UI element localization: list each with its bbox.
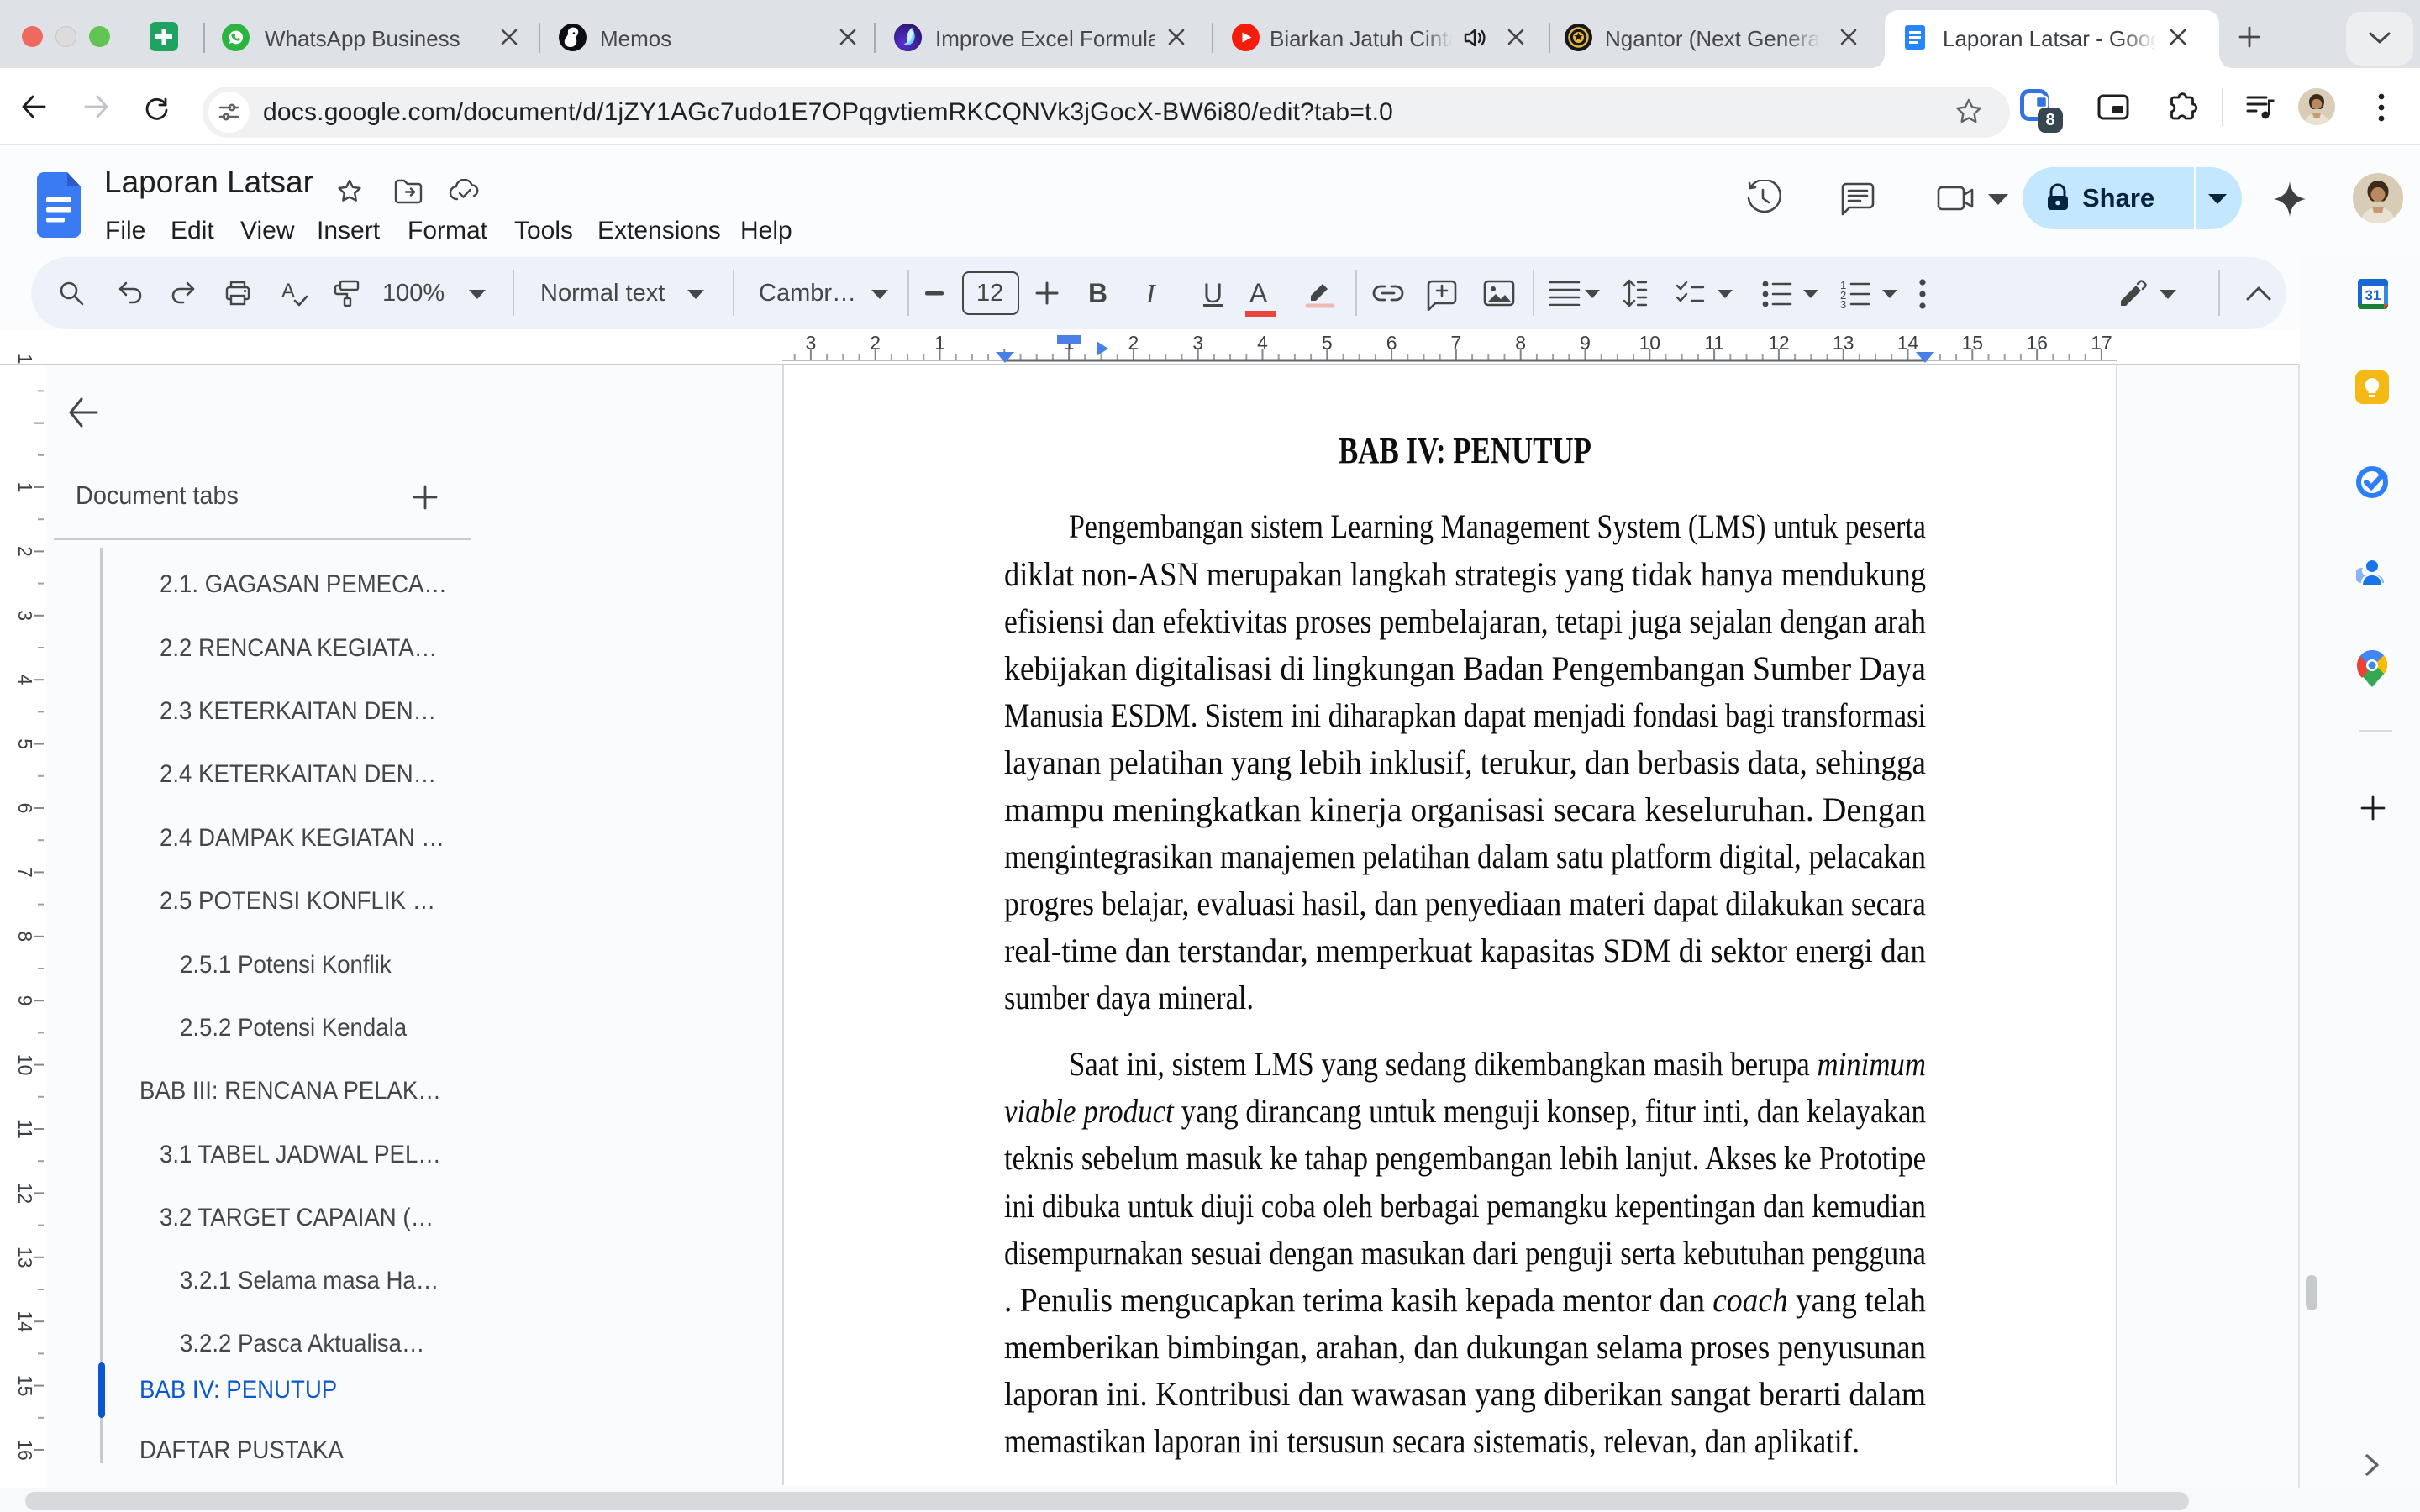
svg-text:1: 1 xyxy=(14,482,36,493)
svg-text:1: 1 xyxy=(934,332,945,354)
svg-text:2: 2 xyxy=(870,332,881,354)
svg-text:4: 4 xyxy=(14,675,36,685)
svg-text:16: 16 xyxy=(2026,332,2048,354)
svg-text:14: 14 xyxy=(1897,332,1919,354)
svg-text:7: 7 xyxy=(1451,332,1462,354)
svg-text:5: 5 xyxy=(1322,332,1333,354)
svg-text:3: 3 xyxy=(14,610,36,621)
svg-text:9: 9 xyxy=(14,995,36,1006)
svg-text:10: 10 xyxy=(14,1054,36,1076)
svg-text:31: 31 xyxy=(2365,287,2381,303)
svg-text:2: 2 xyxy=(14,546,36,557)
svg-text:1: 1 xyxy=(14,354,36,365)
svg-text:3: 3 xyxy=(806,332,817,354)
svg-text:8: 8 xyxy=(14,931,36,942)
svg-text:12: 12 xyxy=(1768,332,1790,354)
svg-text:5: 5 xyxy=(14,738,36,749)
svg-text:11: 11 xyxy=(14,1119,36,1139)
svg-text:8: 8 xyxy=(1515,332,1526,354)
svg-text:16: 16 xyxy=(14,1439,36,1461)
svg-text:2: 2 xyxy=(1128,332,1139,354)
svg-text:13: 13 xyxy=(1833,332,1854,354)
svg-text:15: 15 xyxy=(1962,332,1984,354)
svg-text:9: 9 xyxy=(1580,332,1591,354)
svg-text:4: 4 xyxy=(1257,332,1268,354)
svg-text:3: 3 xyxy=(1192,332,1203,354)
svg-text:14: 14 xyxy=(14,1310,36,1332)
svg-text:10: 10 xyxy=(1639,332,1661,354)
svg-text:6: 6 xyxy=(1386,332,1397,354)
svg-text:11: 11 xyxy=(1704,332,1724,354)
svg-text:6: 6 xyxy=(14,803,36,814)
svg-text:13: 13 xyxy=(14,1247,36,1268)
svg-text:12: 12 xyxy=(14,1183,36,1205)
svg-text:17: 17 xyxy=(2091,332,2112,354)
svg-text:7: 7 xyxy=(14,867,36,878)
svg-text:15: 15 xyxy=(14,1375,36,1397)
